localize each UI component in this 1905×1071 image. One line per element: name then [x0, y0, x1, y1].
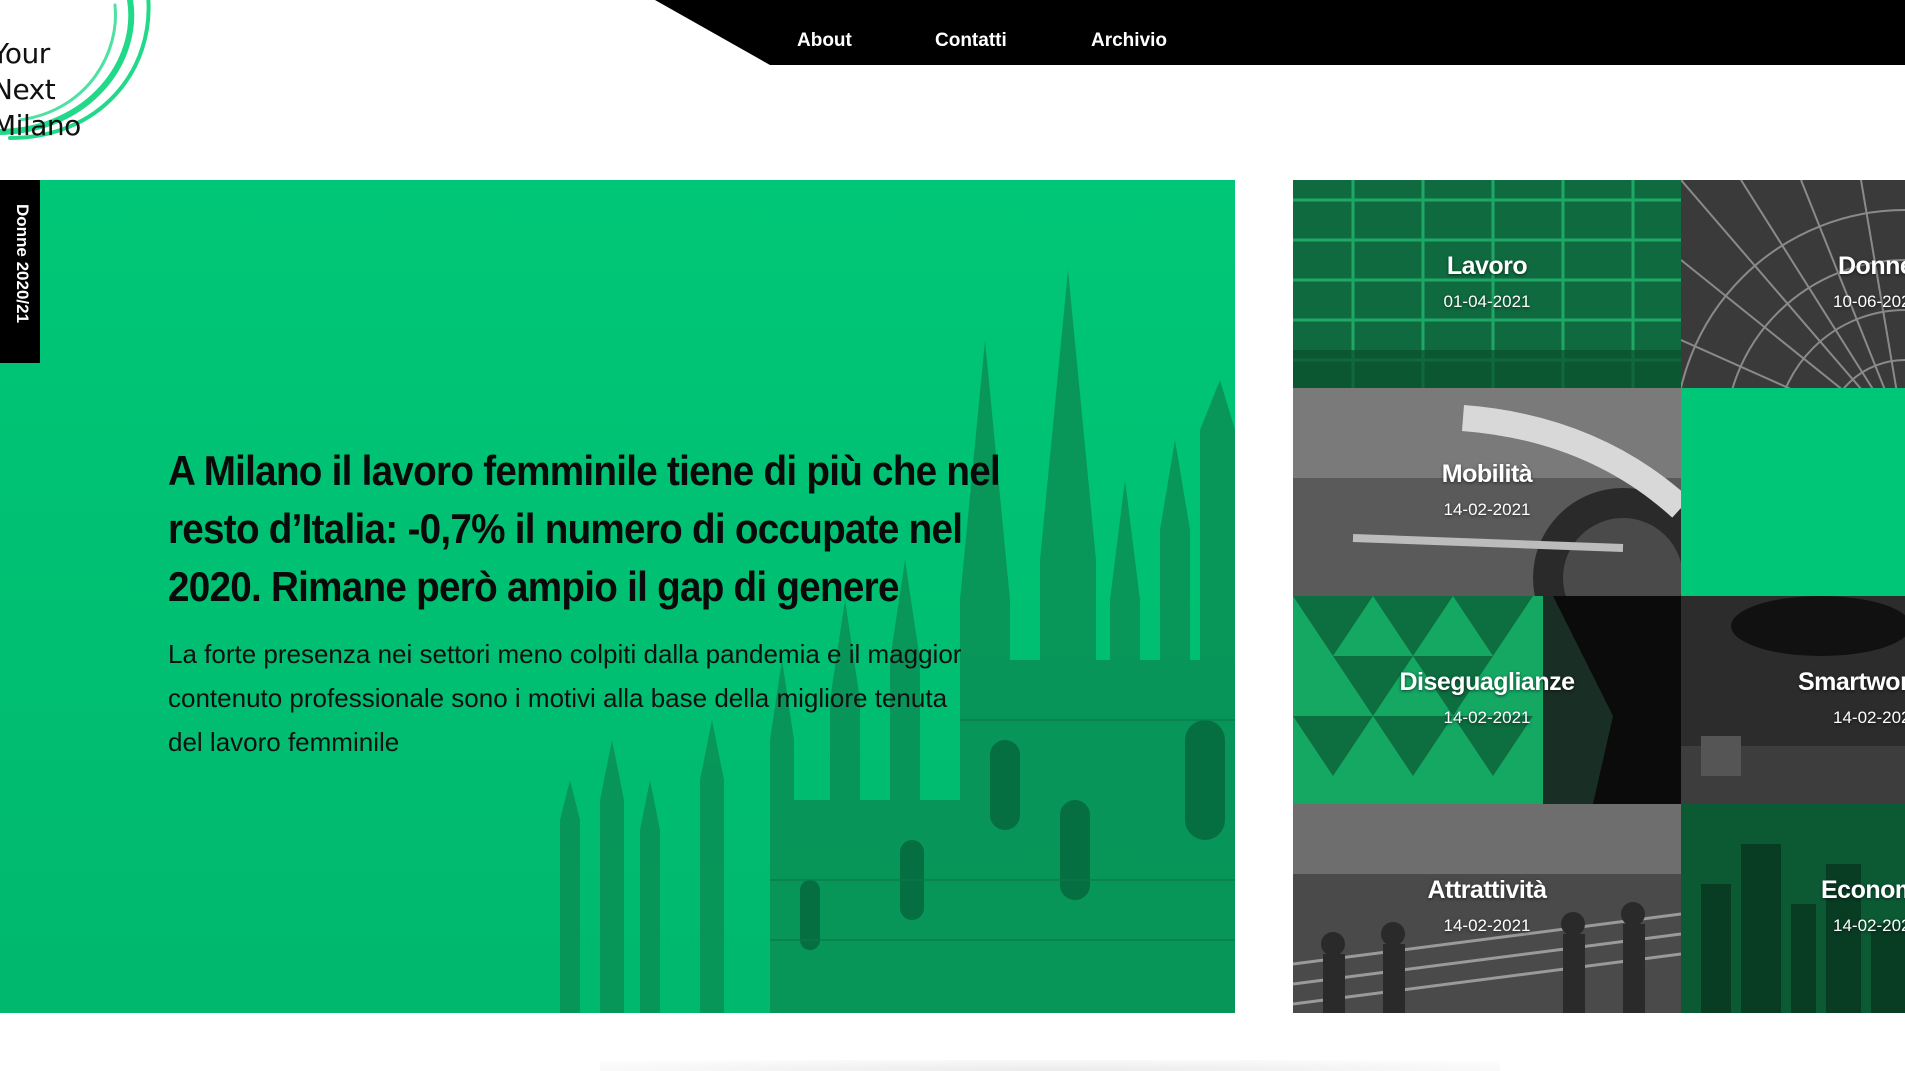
logo-line-2: Next: [0, 73, 56, 106]
tile-attrattivita[interactable]: Attrattività 14-02-2021: [1293, 804, 1681, 1013]
category-tag[interactable]: Donne 2020/21: [0, 180, 40, 363]
page: Your Next Milano About Contatti Archivio: [0, 0, 1905, 1071]
tile-smartworking[interactable]: Smartworking 14-02-2021: [1681, 596, 1905, 804]
tile-lavoro-date: 01-04-2021: [1443, 292, 1531, 311]
tile-mobilita[interactable]: Mobilità 14-02-2021: [1293, 388, 1681, 596]
tile-donne-image: [1681, 180, 1905, 388]
tile-donne[interactable]: Donne 10-06-2021: [1681, 180, 1905, 388]
tile-donne-title: Donne: [1838, 252, 1905, 280]
category-tag-label: Donne 2020/21: [13, 204, 32, 324]
tile-smartworking-date: 14-02-2021: [1833, 708, 1905, 727]
logo-text: Your Next Milano: [0, 36, 81, 144]
nav-link-about[interactable]: About: [797, 30, 852, 52]
tile-diseguaglianze[interactable]: Diseguaglianze 14-02-2021: [1293, 596, 1681, 804]
tile-lavoro-image: [1293, 180, 1681, 388]
logo-line-1: Your: [0, 37, 50, 70]
tile-lavoro-title: Lavoro: [1446, 252, 1528, 280]
nav-link-contatti[interactable]: Contatti: [935, 30, 1007, 52]
tile-smartworking-image: [1681, 596, 1905, 804]
nav-link-archivio[interactable]: Archivio: [1091, 30, 1167, 52]
tile-mobilita-date: 14-02-2021: [1443, 500, 1531, 519]
tile-attrattivita-date: 14-02-2021: [1443, 916, 1531, 935]
tile-diseguaglianze-date: 14-02-2021: [1443, 708, 1531, 727]
tile-attrattivita-image: [1293, 804, 1681, 1013]
tile-economia-title: Economia: [1821, 876, 1905, 904]
tile-economia[interactable]: Economia 14-02-2021: [1681, 804, 1905, 1013]
tile-donne-date: 10-06-2021: [1833, 292, 1905, 311]
hero-banner[interactable]: A Milano il lavoro femminile tiene di pi…: [0, 180, 1235, 1013]
tile-diseguaglianze-image: [1293, 596, 1681, 804]
tile-mobilita-image: [1293, 388, 1681, 596]
site-logo[interactable]: Your Next Milano: [0, 0, 170, 145]
hero-subtitle: La forte presenza nei settori meno colpi…: [168, 639, 962, 757]
bottom-shadow: [600, 1060, 1500, 1071]
tile-mobilita-title: Mobilità: [1441, 460, 1533, 488]
tile-diseguaglianze-title: Diseguaglianze: [1399, 668, 1576, 696]
tile-economia-image: [1681, 804, 1905, 1013]
tile-economia-date: 14-02-2021: [1833, 916, 1905, 935]
logo-line-3: Milano: [0, 109, 81, 142]
tile-smartworking-title: Smartworking: [1798, 668, 1905, 696]
tile-attrattivita-title: Attrattività: [1427, 876, 1547, 904]
tile-empty: [1681, 388, 1905, 596]
tile-lavoro[interactable]: Lavoro 01-04-2021: [1293, 180, 1681, 388]
hero-headline[interactable]: A Milano il lavoro femminile tiene di pi…: [168, 442, 1033, 616]
